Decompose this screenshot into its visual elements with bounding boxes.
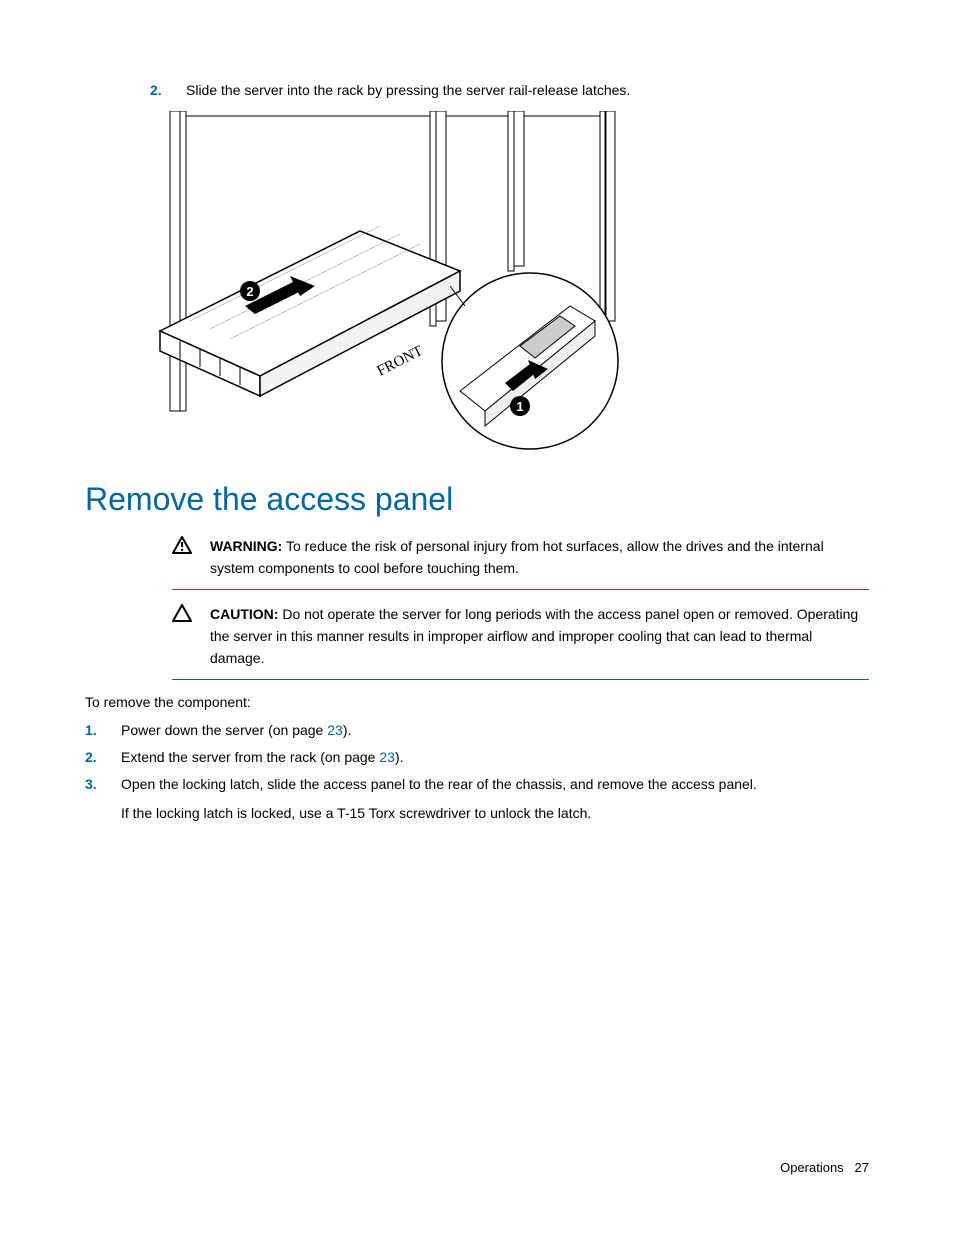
- caution-icon: [172, 604, 196, 669]
- step-item: 2. Slide the server into the rack by pre…: [150, 80, 869, 101]
- step-number: 1.: [85, 720, 121, 741]
- svg-text:2: 2: [246, 284, 253, 299]
- footer-section: Operations: [780, 1160, 844, 1175]
- caution-body: CAUTION: Do not operate the server for l…: [210, 604, 869, 669]
- step-note: If the locking latch is locked, use a T-…: [121, 803, 869, 824]
- caution-label: CAUTION:: [210, 606, 278, 622]
- step-number: 3.: [85, 774, 121, 824]
- step-text: Open the locking latch, slide the access…: [121, 774, 869, 824]
- intro-text: To remove the component:: [85, 694, 869, 710]
- list-item: 3. Open the locking latch, slide the acc…: [85, 774, 869, 824]
- step-text: Power down the server (on page 23).: [121, 720, 869, 741]
- caution-block: CAUTION: Do not operate the server for l…: [172, 600, 869, 680]
- figure-rack-server: 2 FRONT 1: [150, 111, 869, 451]
- section-heading: Remove the access panel: [85, 481, 869, 518]
- step-text: Slide the server into the rack by pressi…: [186, 80, 869, 101]
- step-number: 2.: [150, 80, 186, 101]
- warning-block: WARNING: To reduce the risk of personal …: [172, 532, 869, 590]
- page-footer: Operations 27: [780, 1160, 869, 1175]
- warning-label: WARNING:: [210, 538, 282, 554]
- warning-text: To reduce the risk of personal injury fr…: [210, 538, 824, 576]
- list-item: 1. Power down the server (on page 23).: [85, 720, 869, 741]
- footer-page-number: 27: [855, 1160, 869, 1175]
- page-link[interactable]: 23: [379, 749, 395, 765]
- page-link[interactable]: 23: [327, 722, 343, 738]
- figure-front-label: FRONT: [375, 343, 426, 380]
- list-item: 2. Extend the server from the rack (on p…: [85, 747, 869, 768]
- warning-icon: [172, 536, 196, 579]
- step-number: 2.: [85, 747, 121, 768]
- caution-text: Do not operate the server for long perio…: [210, 606, 858, 665]
- svg-text:1: 1: [516, 399, 523, 414]
- server-rack-diagram: 2 FRONT 1: [150, 111, 650, 451]
- step-text: Extend the server from the rack (on page…: [121, 747, 869, 768]
- warning-body: WARNING: To reduce the risk of personal …: [210, 536, 869, 579]
